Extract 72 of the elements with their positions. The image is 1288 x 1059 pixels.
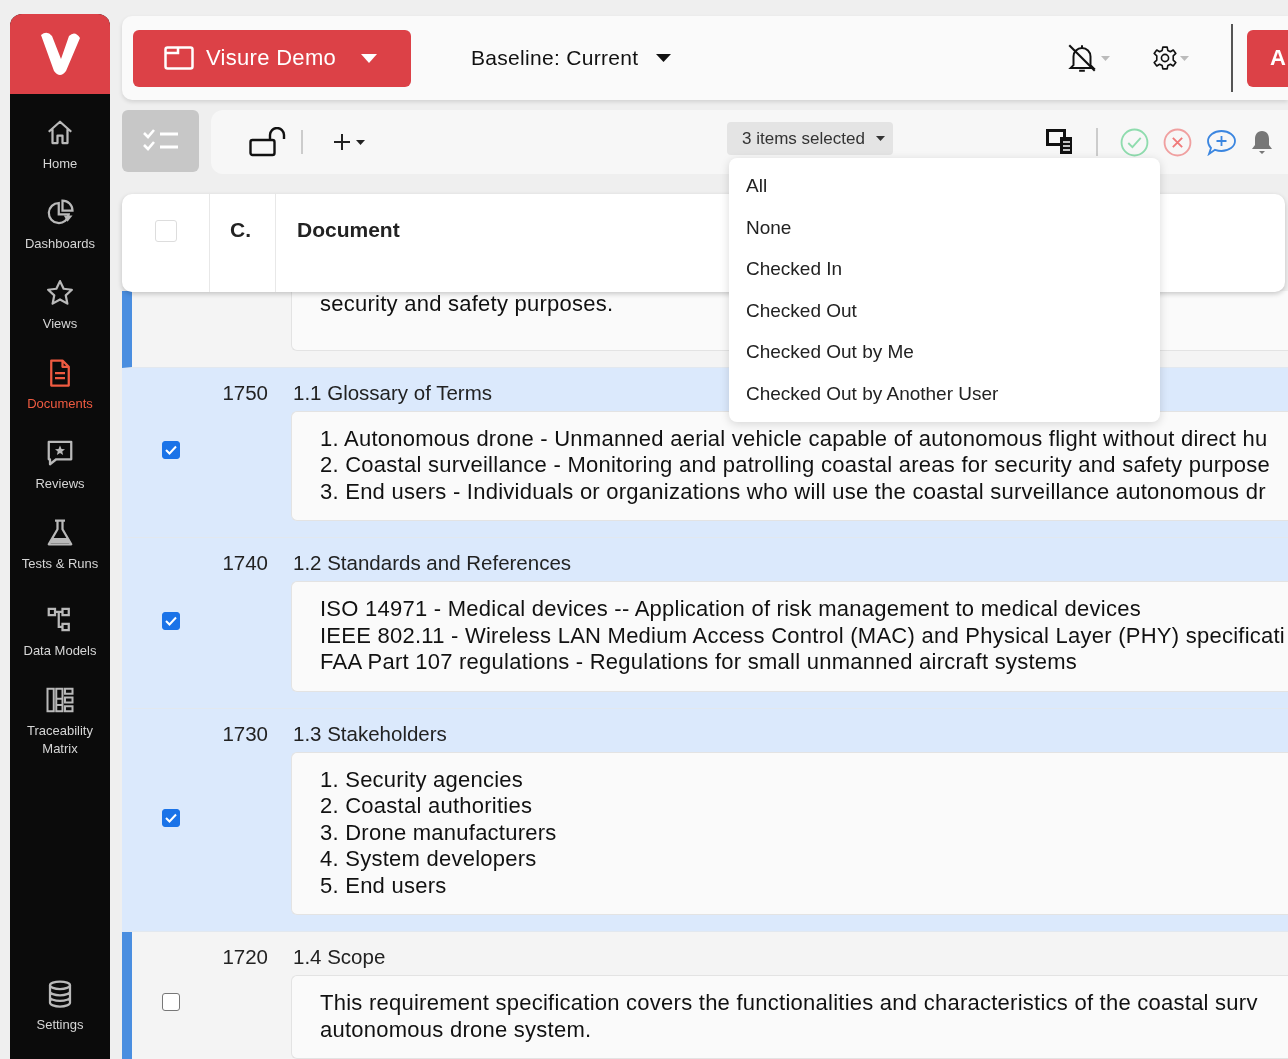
add-comment-button[interactable] <box>1206 128 1237 156</box>
speech-bubble-plus-icon <box>1206 128 1237 156</box>
content-text: 3. End users - Individuals or organizations who will use the coastal surveillance autonomous dr <box>320 478 1266 505</box>
content-text: 1. Autonomous drone - Unmanned aerial vehicle capable of autonomous flight without direct hu <box>320 425 1268 452</box>
checkbox[interactable] <box>162 611 180 630</box>
sidebar-item[interactable]: Documents <box>10 356 110 436</box>
content-text: ISO 14971 - Medical devices -- Application of risk management to medical devices <box>320 596 1141 623</box>
item-id: 1750 <box>221 379 269 406</box>
sidebar-item[interactable]: Traceability Matrix <box>10 683 110 763</box>
content-text: 4. System developers <box>320 846 537 873</box>
caret-icon <box>875 136 885 141</box>
content-text: 2. Coastal surveillance - Monitoring and patrolling coastal areas for security and safety purpose <box>320 452 1270 479</box>
windows-icon <box>1046 129 1074 155</box>
flask-icon <box>45 518 75 548</box>
sidebar-item[interactable]: Reviews <box>10 436 110 516</box>
section-title: 1.1 Glossary of Terms <box>292 379 492 406</box>
caret-icon <box>1180 55 1189 61</box>
window-icon <box>164 46 194 70</box>
content-text: autonomous drone system. <box>320 1016 592 1043</box>
item-id: 1730 <box>221 720 269 747</box>
column-header[interactable]: Document <box>276 194 400 292</box>
menu-item[interactable]: Checked Out <box>729 289 1160 331</box>
sidebar-item[interactable]: Data Models <box>10 603 110 683</box>
menu-item[interactable]: Checked Out by Another User <box>729 372 1160 414</box>
content-text: FAA Part 107 regulations - Regulations for small unmanned aircraft systems <box>320 649 1078 676</box>
content-text: This requirement specification covers the functionalities and characteristics of the coastal surv <box>320 990 1258 1017</box>
content-text: IEEE 802.11 - Wireless LAN Medium Access Control (MAC) and Physical Layer (PHY) specificati <box>320 622 1285 649</box>
action-button[interactable]: A <box>1247 29 1288 87</box>
checklist-button[interactable] <box>122 110 199 172</box>
item-id: 1740 <box>221 550 269 576</box>
sidebar-item[interactable]: Views <box>10 276 110 356</box>
plus-icon <box>333 133 351 151</box>
selection-dropdown[interactable]: 3 items selected <box>727 122 893 155</box>
menu-item[interactable]: All <box>729 165 1160 207</box>
caret-icon <box>356 139 365 145</box>
sidebar-item[interactable]: Home <box>10 116 110 196</box>
content-text: 5. End users <box>320 872 447 899</box>
caret-icon <box>361 53 378 63</box>
layout-button[interactable] <box>1046 129 1074 155</box>
reject-button[interactable] <box>1163 127 1192 157</box>
menu-item[interactable]: Checked Out by Me <box>729 331 1160 373</box>
bell-icon[interactable] <box>1251 129 1273 155</box>
checkbox[interactable] <box>162 441 180 460</box>
content-text: security and safety purposes. <box>320 291 614 318</box>
open-padlock-icon <box>249 127 287 157</box>
checkbox[interactable] <box>162 992 180 1011</box>
caret-icon <box>656 54 672 62</box>
menu-item[interactable]: Checked In <box>729 248 1160 290</box>
sidebar-item[interactable]: Tests & Runs <box>10 516 110 603</box>
caret-icon <box>1101 55 1110 61</box>
section-title: 1.3 Stakeholders <box>292 720 447 747</box>
sidebar-item[interactable]: Dashboards <box>10 196 110 276</box>
x-circle-icon <box>1163 127 1192 157</box>
content-text: 2. Coastal authorities <box>320 793 533 820</box>
settings-icon <box>1152 45 1178 71</box>
content-text: 3. Drone manufacturers <box>320 819 557 846</box>
section-title: 1.4 Scope <box>292 944 386 970</box>
menu-item[interactable]: None <box>729 206 1160 248</box>
check-circle-icon <box>1120 127 1149 157</box>
item-id: 1720 <box>221 944 269 970</box>
project-dropdown[interactable]: Visure Demo <box>133 29 411 87</box>
star-icon <box>45 278 75 308</box>
baseline-dropdown[interactable]: Baseline: Current <box>471 46 672 70</box>
unlock-button[interactable] <box>249 127 287 157</box>
checkbox[interactable] <box>162 808 180 827</box>
select-all-checkbox[interactable] <box>154 220 177 242</box>
sidebar-item[interactable]: Settings <box>10 977 110 1057</box>
content-text: 1. Security agencies <box>320 766 524 793</box>
settings-button[interactable] <box>1152 45 1189 71</box>
section-title: 1.2 Standards and References <box>292 550 572 576</box>
speech-bubble-star-icon <box>45 438 75 468</box>
grid-icon <box>45 685 75 715</box>
